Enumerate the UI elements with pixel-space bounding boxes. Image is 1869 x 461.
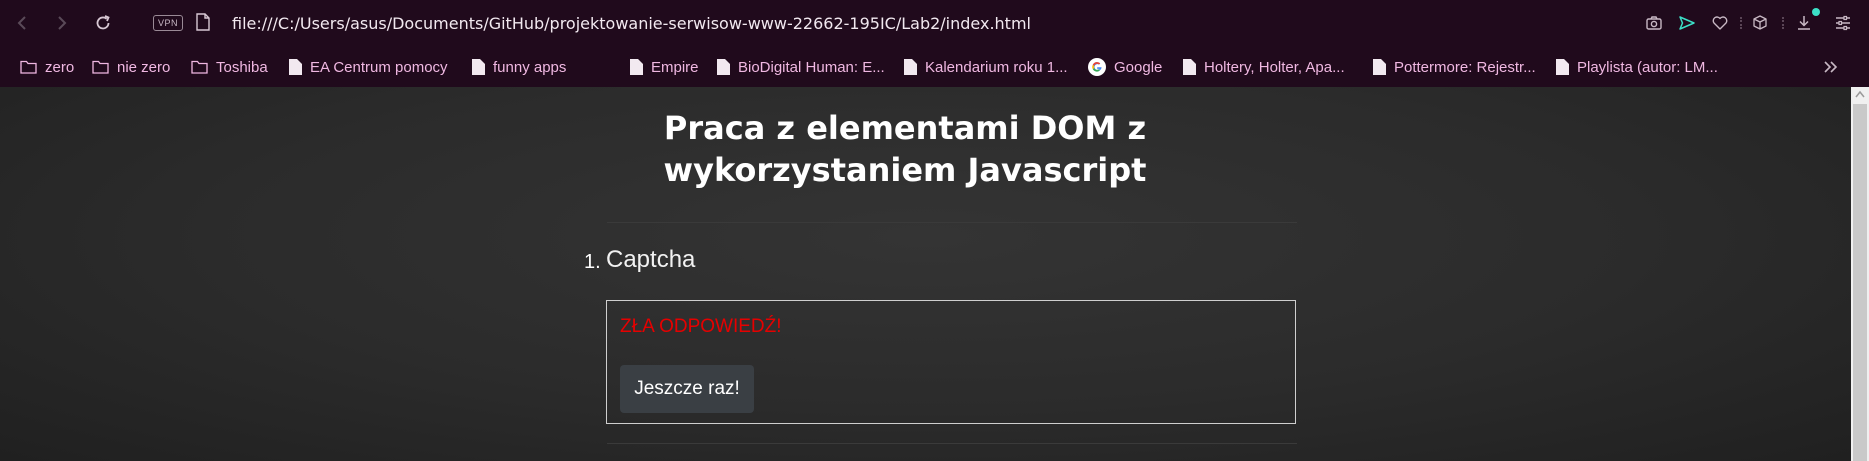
camera-icon (1646, 16, 1662, 30)
page-viewport: Praca z elementami DOM z wykorzystaniem … (0, 87, 1851, 461)
bookmark-link[interactable]: Playlista (autor: LM... (1556, 56, 1718, 78)
folder-icon (92, 60, 109, 74)
page-icon (472, 59, 485, 75)
file-icon (196, 13, 210, 31)
bookmark-link[interactable]: BioDigital Human: E... (717, 56, 885, 78)
bookmark-label: Playlista (autor: LM... (1577, 58, 1718, 76)
browser-toolbar: VPN file:///C:/Users/asus/Documents/GitH… (0, 0, 1869, 47)
scrollbar-thumb[interactable] (1853, 104, 1867, 461)
page-icon (1556, 59, 1569, 75)
bookmark-label: Empire (651, 58, 699, 76)
bookmark-label: Google (1114, 58, 1163, 76)
reload-button[interactable] (90, 10, 116, 36)
bookmark-link[interactable]: Kalendarium roku 1... (904, 56, 1068, 78)
bookmark-folder[interactable]: Toshiba (191, 56, 268, 78)
page-icon (904, 59, 917, 75)
bookmark-label: nie zero (117, 58, 171, 76)
captcha-panel: ZŁA ODPOWIEDŹ! Jeszcze raz! (606, 300, 1296, 424)
chevron-left-icon (17, 16, 26, 30)
send-button[interactable] (1677, 13, 1697, 33)
bookmark-link[interactable]: funny apps (472, 56, 566, 78)
bookmark-label: Toshiba (216, 58, 268, 76)
bookmark-label: Pottermore: Rejestr... (1394, 58, 1536, 76)
bookmark-label: zero (45, 58, 75, 76)
page-icon (1373, 59, 1386, 75)
bookmark-link[interactable]: Pottermore: Rejestr... (1373, 56, 1536, 78)
download-notification-dot (1812, 8, 1820, 16)
favorite-button[interactable] (1710, 13, 1730, 33)
divider (607, 222, 1297, 223)
send-icon (1679, 16, 1695, 30)
bookmark-label: EA Centrum pomocy (310, 58, 448, 76)
list-item-number: 1. (584, 251, 601, 273)
heart-icon (1712, 16, 1728, 30)
snapshot-button[interactable] (1644, 13, 1664, 33)
reload-icon (96, 15, 110, 30)
bookmark-link[interactable]: Empire (630, 56, 699, 78)
chevron-right-icon (58, 16, 67, 30)
google-icon (1088, 58, 1106, 76)
try-again-button[interactable]: Jeszcze raz! (620, 365, 754, 413)
bookmark-folder[interactable]: zero (20, 56, 74, 78)
folder-icon (20, 60, 37, 74)
bookmark-label: Kalendarium roku 1... (925, 58, 1068, 76)
settings-sliders-icon (1836, 15, 1850, 31)
vpn-badge[interactable]: VPN (153, 15, 183, 31)
forward-button[interactable] (48, 10, 74, 36)
page-icon (1183, 59, 1196, 75)
bookmarks-bar: zero nie zero Toshiba EA Centrum pomocy … (0, 47, 1869, 87)
page-title: Praca z elementami DOM z wykorzystaniem … (663, 109, 1147, 189)
back-button[interactable] (10, 10, 36, 36)
page-icon (717, 59, 730, 75)
cube-icon (1753, 15, 1767, 30)
bookmark-link[interactable]: Google (1088, 56, 1162, 78)
bookmark-label: BioDigital Human: E... (738, 58, 885, 76)
wrong-answer-message: ZŁA ODPOWIEDŹ! (620, 316, 782, 337)
bookmark-label: Holtery, Holter, Apa... (1204, 58, 1345, 76)
divider (607, 443, 1297, 444)
page-icon (289, 59, 302, 75)
toolbar-separator (1740, 17, 1742, 29)
page-icon (630, 59, 643, 75)
section-heading-captcha: Captcha (606, 246, 696, 273)
bookmark-link[interactable]: EA Centrum pomocy (289, 56, 448, 78)
bookmark-folder[interactable]: nie zero (92, 56, 170, 78)
downloads-button[interactable] (1794, 13, 1814, 33)
easy-setup-button[interactable] (1833, 13, 1853, 33)
toolbar-separator (1782, 17, 1784, 29)
bookmark-link[interactable]: Holtery, Holter, Apa... (1183, 56, 1345, 78)
scroll-up-arrow-icon[interactable] (1855, 90, 1865, 98)
download-icon (1798, 16, 1810, 30)
more-bookmarks-icon[interactable] (1820, 56, 1842, 78)
bookmark-label: funny apps (493, 58, 567, 76)
extensions-button[interactable] (1750, 13, 1770, 33)
folder-icon (191, 60, 208, 74)
address-bar-input[interactable]: file:///C:/Users/asus/Documents/GitHub/p… (232, 11, 1612, 37)
